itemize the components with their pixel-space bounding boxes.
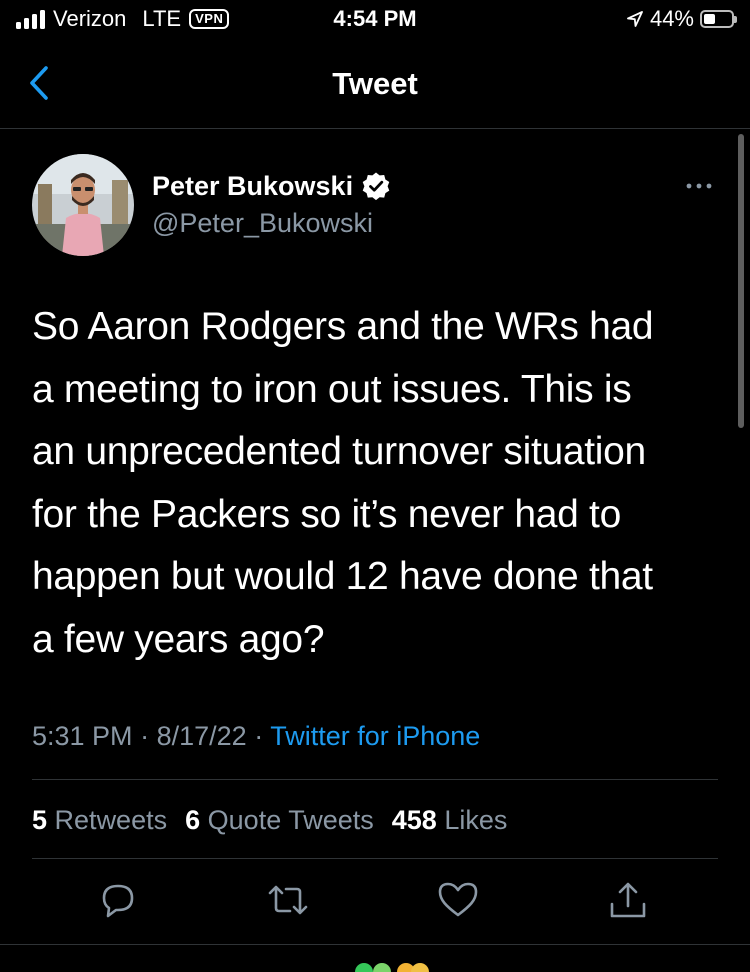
retweets-count: 5 (32, 805, 48, 835)
quote-tweets-label: Quote Tweets (207, 805, 374, 835)
location-arrow-icon (627, 11, 643, 27)
reply-icon (102, 884, 134, 918)
reply-button[interactable] (96, 878, 140, 922)
author-name-row: Peter Bukowski (152, 170, 391, 202)
tweet-source-link[interactable]: Twitter for iPhone (270, 721, 480, 751)
tweet-meta: 5:31 PM · 8/17/22 · Twitter for iPhone (32, 718, 480, 754)
likes-stat[interactable]: 458 Likes (392, 802, 508, 838)
tweet-text: So Aaron Rodgers and the WRs had a meeti… (32, 305, 654, 661)
retweets-stat[interactable]: 5 Retweets (32, 802, 167, 838)
meta-separator: · (254, 721, 264, 751)
tweet-time: 5:31 PM (32, 721, 133, 751)
battery-percent: 44% (649, 6, 694, 31)
avatar[interactable] (32, 154, 134, 256)
divider (0, 944, 750, 945)
status-bar: Verizon LTE VPN 4:54 PM 44% (0, 0, 750, 40)
battery-level-fill (704, 14, 716, 24)
meta-separator: · (140, 721, 150, 751)
like-icon (438, 882, 478, 917)
share-button[interactable] (606, 878, 650, 922)
likes-count: 458 (391, 805, 437, 835)
tweet-actions (0, 878, 750, 930)
author-handle: @Peter_Bukowski (152, 208, 373, 238)
author-info[interactable]: Peter Bukowski @Peter_Bukowski (152, 170, 391, 240)
quote-tweets-stat[interactable]: 6 Quote Tweets (185, 802, 374, 838)
divider (32, 779, 718, 780)
verified-badge-icon (362, 172, 390, 201)
tweet-date: 8/17/22 (156, 721, 247, 751)
next-content-peek (355, 963, 429, 972)
status-bar-right: 44% (626, 6, 737, 32)
retweets-label: Retweets (54, 805, 168, 835)
nav-header: Tweet (0, 50, 750, 129)
battery-icon (700, 10, 737, 28)
divider (32, 858, 718, 859)
likes-label: Likes (444, 805, 508, 835)
author-name: Peter Bukowski (152, 171, 354, 201)
scrollbar[interactable] (738, 134, 744, 428)
avatar-image (32, 154, 134, 256)
like-button[interactable] (436, 878, 480, 922)
more-dots-icon (686, 183, 712, 189)
tweet-stats: 5 Retweets 6 Quote Tweets 458 Likes (32, 802, 507, 838)
share-icon (610, 882, 646, 918)
page-title: Tweet (332, 66, 418, 101)
more-options-button[interactable] (684, 176, 714, 196)
retweet-button[interactable] (266, 878, 310, 922)
retweet-icon (268, 885, 308, 915)
quote-tweets-count: 6 (185, 805, 201, 835)
